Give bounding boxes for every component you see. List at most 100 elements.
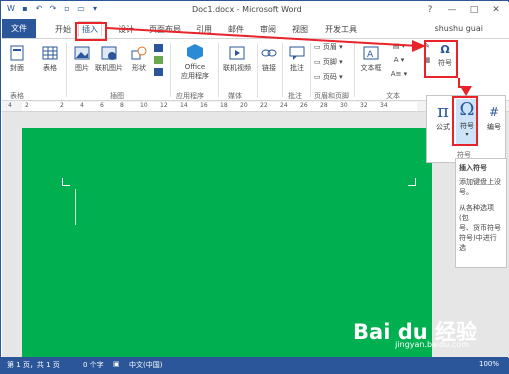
online-pictures-button[interactable]: 联机图片 bbox=[93, 45, 125, 73]
title-bar: W ▪ ↶ ↷ ▫ ▭ ▾ Doc1.docx - Microsoft Word… bbox=[2, 2, 509, 19]
ruler-tick: 16 bbox=[200, 102, 208, 109]
tooltip-line: 号、货币符号 bbox=[459, 224, 501, 232]
proofing-icon[interactable]: ▣ bbox=[113, 360, 120, 368]
status-zoom[interactable]: 100% bbox=[479, 360, 499, 368]
ruler-tick: 4 bbox=[80, 102, 84, 109]
cover-page-icon bbox=[10, 45, 24, 61]
office-apps-button[interactable]: Office 应用程序 bbox=[176, 43, 214, 81]
new-doc-icon[interactable]: ▫ bbox=[62, 4, 72, 14]
office-store-icon bbox=[187, 44, 203, 60]
dropcap-icon[interactable]: A≡ ▾ bbox=[388, 70, 410, 78]
group-label-illustrations: 插图 bbox=[110, 92, 124, 100]
group-divider bbox=[218, 43, 219, 97]
shapes-button[interactable]: 形状 bbox=[128, 45, 150, 73]
tab-references[interactable]: 引用 bbox=[193, 22, 215, 38]
footer-icon: ▭ bbox=[314, 58, 323, 66]
numbering-label: 编号 bbox=[487, 123, 501, 131]
shapes-label: 形状 bbox=[132, 64, 146, 72]
link-label: 链接 bbox=[262, 64, 276, 72]
textbox-button[interactable]: A 文本框 bbox=[358, 45, 384, 73]
group-divider bbox=[310, 43, 311, 97]
smartart-button[interactable] bbox=[152, 43, 166, 81]
save-icon[interactable]: ▪ bbox=[20, 4, 30, 14]
shapes-icon bbox=[131, 46, 147, 60]
ruler-tick: 12 bbox=[160, 102, 168, 109]
minimize-button[interactable]: — bbox=[445, 4, 459, 16]
ruler-tick: 28 bbox=[320, 102, 328, 109]
online-picture-icon bbox=[101, 46, 117, 60]
header-label: 页眉 bbox=[322, 43, 337, 51]
table-button[interactable]: 表格 bbox=[38, 45, 62, 73]
status-bar: 第 1 页，共 1 页 0 个字 ▣ 中文(中国) 100% bbox=[1, 357, 508, 373]
tooltip-line: 号。 bbox=[459, 188, 473, 196]
group-label-tables: 表格 bbox=[10, 92, 24, 100]
tooltip-line: 符号)中进行选 bbox=[459, 234, 497, 252]
status-page[interactable]: 第 1 页，共 1 页 bbox=[7, 360, 60, 370]
numbering-icon: # bbox=[488, 105, 500, 119]
textbox-icon: A bbox=[363, 46, 379, 60]
tab-file[interactable]: 文件 bbox=[2, 19, 36, 38]
smartart-chart-icons bbox=[154, 44, 163, 76]
close-button[interactable]: ✕ bbox=[489, 4, 503, 16]
cover-page-button[interactable]: 封面 bbox=[6, 45, 28, 73]
ruler-tick: 26 bbox=[300, 102, 308, 109]
pi-icon: π bbox=[437, 101, 449, 122]
picture-icon bbox=[74, 46, 90, 60]
highlight-insert-tab bbox=[75, 22, 107, 41]
group-label-apps: 应用程序 bbox=[176, 92, 204, 100]
pictures-button[interactable]: 图片 bbox=[71, 45, 93, 73]
ruler-tick: 10 bbox=[140, 102, 148, 109]
comment-button[interactable]: 批注 bbox=[286, 45, 308, 73]
equation-label: 公式 bbox=[436, 123, 450, 131]
status-words[interactable]: 0 个字 bbox=[83, 360, 104, 370]
group-label-header-footer: 页眉和页脚 bbox=[314, 92, 349, 100]
maximize-button[interactable]: □ bbox=[467, 4, 481, 16]
ruler-tick: 4 bbox=[8, 102, 12, 109]
online-video-label: 联机视频 bbox=[223, 64, 251, 72]
header-footer-buttons: ▭ 页眉 ▾ ▭ 页脚 ▾ ▭ 页码 ▾ bbox=[314, 42, 350, 82]
arrow-head-icon bbox=[460, 86, 472, 96]
numbering-button[interactable]: # 编号 bbox=[483, 102, 505, 132]
word-logo-icon: W bbox=[7, 4, 15, 13]
tab-developer[interactable]: 开发工具 bbox=[322, 22, 360, 38]
online-video-button[interactable]: 联机视频 bbox=[220, 45, 254, 73]
equation-button[interactable]: π 公式 bbox=[433, 102, 453, 132]
ruler-tick: 24 bbox=[280, 102, 288, 109]
ruler-tick: 34 bbox=[380, 102, 388, 109]
highlight-symbol-ribbon bbox=[424, 40, 458, 78]
link-button[interactable]: 链接 bbox=[259, 45, 279, 73]
ruler-tick: 22 bbox=[260, 102, 268, 109]
video-icon bbox=[229, 46, 245, 60]
help-button[interactable]: ? bbox=[423, 4, 437, 16]
footer-button[interactable]: ▭ 页脚 ▾ bbox=[314, 57, 350, 67]
text-more-icons[interactable]: ▤ ▾ A ▾ A≡ ▾ bbox=[388, 42, 410, 78]
tooltip-title: 插入符号 bbox=[459, 164, 487, 172]
ruler-tick: 2 bbox=[60, 102, 64, 109]
redo-icon[interactable]: ↷ bbox=[48, 4, 58, 14]
header-icon: ▭ bbox=[314, 43, 323, 51]
link-icon bbox=[261, 49, 277, 57]
user-name[interactable]: shushu guai bbox=[435, 24, 483, 33]
arrow-head-icon bbox=[412, 40, 426, 52]
insert-symbol-tooltip: 插入符号 添加键盘上没 号。 从各种选项(包 号、货币符号 符号)中进行选 bbox=[455, 158, 507, 268]
tab-view[interactable]: 视图 bbox=[289, 22, 311, 38]
page-number-label: 页码 bbox=[322, 73, 337, 81]
office-apps-label-1: Office bbox=[184, 63, 206, 71]
qat-more-icon[interactable]: ▾ bbox=[90, 4, 100, 14]
pictures-label: 图片 bbox=[75, 64, 89, 72]
comment-label: 批注 bbox=[290, 64, 304, 72]
status-language[interactable]: 中文(中国) bbox=[129, 360, 162, 370]
ruler-tick: 18 bbox=[220, 102, 228, 109]
tooltip-line: 从各种选项(包 bbox=[459, 204, 494, 222]
ruler-tick: 30 bbox=[340, 102, 348, 109]
table-label: 表格 bbox=[43, 64, 57, 72]
header-button[interactable]: ▭ 页眉 ▾ bbox=[314, 42, 350, 52]
page-number-button[interactable]: ▭ 页码 ▾ bbox=[314, 72, 350, 82]
group-divider bbox=[354, 43, 355, 97]
wordart-icon[interactable]: A ▾ bbox=[388, 56, 410, 64]
open-icon[interactable]: ▭ bbox=[76, 4, 86, 14]
ruler-tick: 32 bbox=[360, 102, 368, 109]
tab-home[interactable]: 开始 bbox=[52, 22, 74, 38]
group-divider bbox=[170, 43, 171, 97]
undo-icon[interactable]: ↶ bbox=[34, 4, 44, 14]
